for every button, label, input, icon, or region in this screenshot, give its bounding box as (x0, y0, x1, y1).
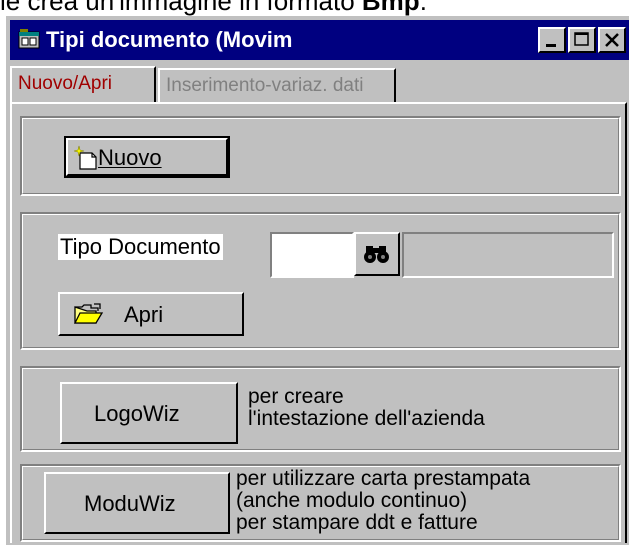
moduwiz-panel: ModuWiz per utilizzare carta prestampata… (20, 464, 621, 542)
moduwiz-button[interactable]: ModuWiz (44, 472, 230, 534)
new-button-label: Nuovo (98, 145, 162, 170)
tab-nuovo-apri[interactable]: Nuovo/Apri (10, 66, 156, 102)
logowiz-description-line: l'intestazione dell'azienda (248, 407, 485, 430)
open-panel: Tipo Documento Apri (20, 212, 621, 350)
app-window-icon[interactable] (18, 28, 40, 50)
close-icon (605, 33, 619, 47)
logowiz-button-label: LogoWiz (94, 401, 180, 426)
moduwiz-description-line: (anche modulo continuo) (236, 489, 468, 512)
screen: le crea un'immagine in formato Bmp. Tipi… (0, 0, 629, 545)
binoculars-icon (363, 242, 391, 272)
moduwiz-description-line: per utilizzare carta prestampata (236, 467, 531, 490)
close-button[interactable] (598, 27, 626, 53)
moduwiz-button-label: ModuWiz (84, 491, 176, 516)
tab-label: Inserimento-variaz. dati (166, 75, 364, 96)
doc-type-label: Tipo Documento (58, 234, 223, 260)
new-button[interactable]: Nuovo (64, 136, 230, 178)
title-bar[interactable]: Tipi documento (Movim (10, 20, 629, 60)
doc-text-after: . (419, 0, 427, 16)
doc-text-bold: Bmp (361, 0, 420, 16)
open-button-label: Apri (124, 302, 164, 327)
logowiz-description-line: per creare (248, 385, 344, 408)
open-button[interactable]: Apri (58, 292, 244, 336)
dialog-window: Tipi documento (Movim Nuovo/Apri Inserim… (6, 16, 629, 545)
document-text: le crea un'immagine in formato Bmp. (0, 0, 629, 16)
window-title: Tipi documento (Movim (46, 27, 293, 52)
new-panel: Nuovo (20, 116, 621, 196)
search-button[interactable] (354, 232, 400, 276)
doc-text-before: le crea un'immagine in formato (0, 0, 362, 16)
logowiz-description: per creare l'intestazione dell'azienda (248, 386, 485, 430)
minimize-icon (546, 44, 556, 47)
maximize-icon (574, 32, 589, 46)
maximize-button[interactable] (568, 27, 596, 53)
doc-type-description (402, 232, 614, 278)
tab-inserimento-variaz[interactable]: Inserimento-variaz. dati (158, 68, 396, 102)
moduwiz-description: per utilizzare carta prestampata (anche … (236, 468, 530, 534)
logowiz-button[interactable]: LogoWiz (60, 382, 238, 444)
tab-label: Nuovo/Apri (18, 73, 112, 94)
moduwiz-description-line: per stampare ddt e fatture (236, 511, 478, 534)
open-folder-icon (73, 302, 104, 332)
tab-page: Nuovo Tipo Documento Apri LogoWiz per cr… (10, 102, 627, 543)
doc-type-input[interactable] (270, 232, 354, 278)
logowiz-panel: LogoWiz per creare l'intestazione dell'a… (20, 366, 621, 452)
new-document-icon (73, 145, 98, 177)
minimize-button[interactable] (538, 27, 566, 53)
